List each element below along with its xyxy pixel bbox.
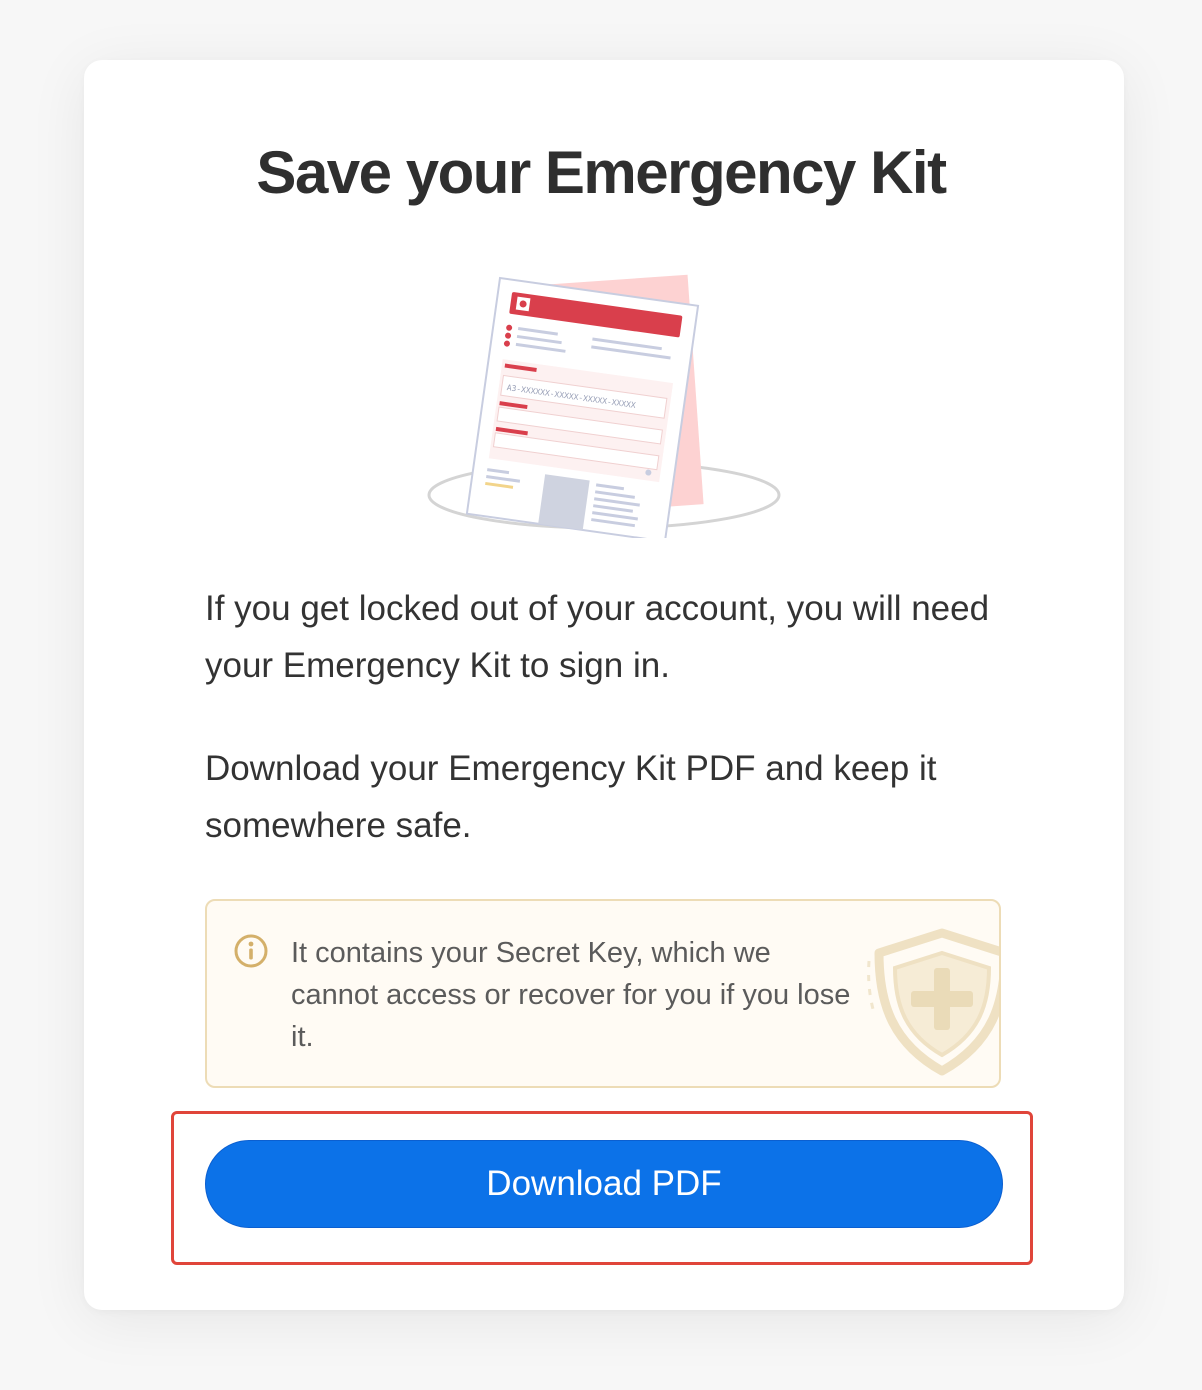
download-pdf-button[interactable]: Download PDF [205,1140,1003,1228]
notice-text: It contains your Secret Key, which we ca… [291,937,851,1053]
download-instruction: Download your Emergency Kit PDF and keep… [205,749,937,845]
locked-out-explanation: If you get locked out of your account, y… [205,589,990,685]
emergency-kit-document-icon: A3-XXXXXX-XXXXX-XXXXX-XXXXX [427,274,781,538]
info-icon [234,934,268,968]
shield-plus-icon [867,928,999,1076]
page-title: Save your Emergency Kit [256,139,947,206]
secret-key-notice: It contains your Secret Key, which we ca… [205,899,1001,1088]
